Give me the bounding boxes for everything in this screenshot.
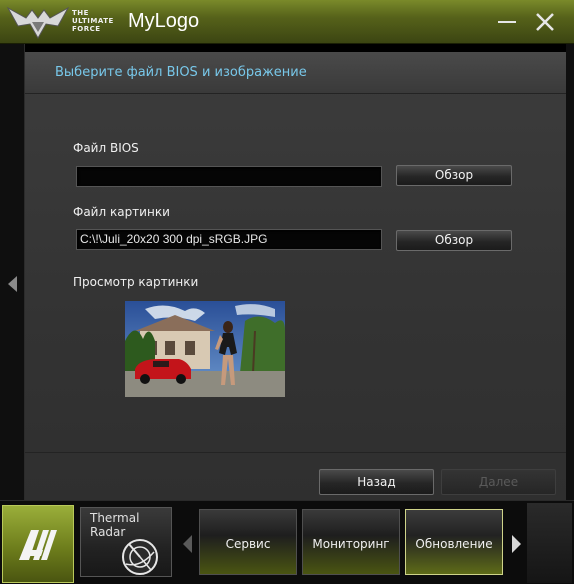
bios-file-label: Файл BIOS — [73, 141, 139, 155]
tab-service[interactable]: Сервис — [199, 509, 297, 575]
bottom-right-panel — [527, 503, 572, 583]
nav-right-arrow-icon[interactable] — [512, 535, 521, 553]
app-title: MyLogo — [128, 10, 200, 32]
image-file-label: Файл картинки — [73, 205, 170, 219]
bottom-nav-bar: Thermal Radar Сервис Мониторинг Обновлен… — [0, 500, 574, 584]
radar-icon — [122, 539, 158, 575]
right-rail — [566, 44, 574, 500]
title-bar: THE ULTIMATE FORCE MyLogo — [0, 0, 574, 44]
preview-label: Просмотр картинки — [73, 275, 199, 289]
tuf-logo-text: THE ULTIMATE FORCE — [72, 9, 114, 33]
bios-file-input[interactable] — [76, 166, 382, 187]
ai-suite-home-button[interactable] — [2, 505, 74, 583]
minimize-icon[interactable] — [492, 8, 522, 36]
tuf-logo-icon — [6, 4, 70, 42]
image-file-input[interactable]: C:\!\Juli_20x20 300 dpi_sRGB.JPG — [76, 229, 382, 250]
image-preview — [125, 301, 285, 397]
thermal-radar-label: Thermal Radar — [90, 511, 140, 539]
main-panel: Выберите файл BIOS и изображение Файл BI… — [25, 52, 566, 500]
back-button[interactable]: Назад — [319, 469, 434, 495]
close-icon[interactable] — [530, 8, 560, 36]
thermal-radar-button[interactable]: Thermal Radar — [80, 507, 172, 577]
next-button[interactable]: Далее — [441, 469, 556, 495]
image-browse-button[interactable]: Обзор — [396, 230, 512, 251]
panel-divider — [25, 452, 566, 453]
tab-update[interactable]: Обновление — [405, 509, 503, 575]
ai-suite-logo-icon — [19, 530, 57, 560]
panel-header: Выберите файл BIOS и изображение — [25, 52, 566, 94]
tab-monitoring[interactable]: Мониторинг — [302, 509, 400, 575]
panel-title: Выберите файл BIOS и изображение — [55, 65, 307, 80]
nav-left-arrow-icon[interactable] — [183, 535, 192, 553]
bios-browse-button[interactable]: Обзор — [396, 165, 512, 186]
collapse-left-arrow-icon[interactable] — [8, 276, 17, 292]
left-rail — [0, 44, 25, 500]
